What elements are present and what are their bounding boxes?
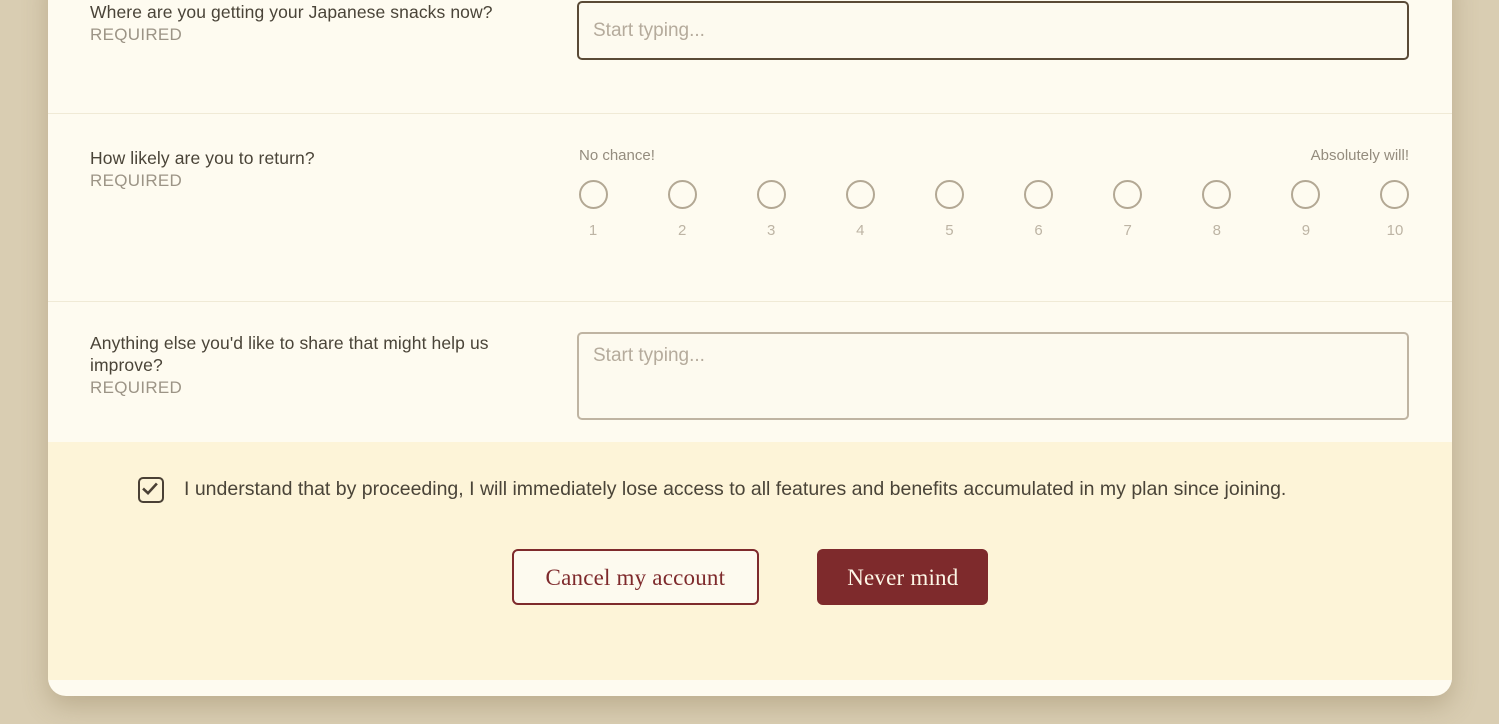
never-mind-button[interactable]: Never mind [817, 549, 989, 605]
question-field-improve [577, 332, 1410, 420]
scale-number-8: 8 [1212, 222, 1221, 239]
question-label-source: Where are you getting your Japanese snac… [90, 1, 577, 46]
question-row-improve: Anything else you'd like to share that m… [48, 301, 1452, 442]
scale-low-label: No chance! [579, 147, 655, 164]
consent-label: I understand that by proceeding, I will … [184, 478, 1287, 500]
scale-number-4: 4 [856, 222, 865, 239]
scale-radio-9[interactable] [1291, 180, 1321, 209]
scale-radio-3[interactable] [756, 180, 786, 209]
scale-option-3[interactable]: 3 [755, 180, 787, 238]
scale-radio-1[interactable] [578, 180, 608, 209]
scale-number-9: 9 [1301, 222, 1311, 239]
question-text-source: Where are you getting your Japanese snac… [90, 2, 493, 22]
page-root: Where are you getting your Japanese snac… [0, 0, 1499, 724]
scale-radio-5[interactable] [934, 180, 964, 209]
survey-form: Where are you getting your Japanese snac… [48, 0, 1452, 442]
scale-number-7: 7 [1123, 222, 1132, 239]
footer-actions: Cancel my account Never mind [90, 549, 1410, 605]
check-icon [142, 482, 158, 496]
question-text-improve: Anything else you'd like to share that m… [90, 333, 489, 375]
scale-option-6[interactable]: 6 [1023, 180, 1055, 238]
scale-option-10[interactable]: 10 [1379, 180, 1411, 238]
scale-radio-7[interactable] [1113, 180, 1143, 209]
scale-option-8[interactable]: 8 [1201, 180, 1233, 238]
scale-radio-4[interactable] [845, 180, 875, 209]
consent-block: I understand that by proceeding, I will … [90, 472, 1410, 506]
scale-option-4[interactable]: 4 [844, 180, 876, 238]
question-label-improve: Anything else you'd like to share that m… [90, 332, 577, 399]
scale-number-3: 3 [767, 222, 776, 239]
scale-radio-2[interactable] [667, 180, 697, 209]
source-input[interactable] [577, 1, 1409, 60]
scale-number-6: 6 [1034, 222, 1043, 239]
question-row-source: Where are you getting your Japanese snac… [48, 0, 1452, 113]
survey-footer: I understand that by proceeding, I will … [48, 442, 1452, 680]
improve-textarea[interactable] [577, 332, 1409, 420]
scale-number-1: 1 [588, 222, 598, 239]
scale-option-5[interactable]: 5 [933, 180, 965, 238]
scale-number-5: 5 [945, 222, 954, 239]
scale-option-2[interactable]: 2 [666, 180, 698, 238]
scale-option-1[interactable]: 1 [577, 180, 609, 238]
question-text-likelihood: How likely are you to return? [90, 148, 315, 168]
likelihood-scale: No chance! Absolutely will! 1 2 3 4 5 6 7 8 9 10 [577, 147, 1411, 238]
question-label-likelihood: How likely are you to return? REQUIRED [90, 147, 577, 192]
cancel-account-button[interactable]: Cancel my account [511, 549, 760, 605]
required-badge-source: REQUIRED [90, 25, 183, 44]
scale-high-label: Absolutely will! [1310, 147, 1409, 164]
consent-checkbox[interactable] [138, 477, 164, 503]
scale-option-7[interactable]: 7 [1112, 180, 1144, 238]
required-badge-likelihood: REQUIRED [90, 171, 183, 190]
scale-radio-6[interactable] [1024, 180, 1054, 209]
scale-options: 1 2 3 4 5 6 7 8 9 10 [577, 180, 1411, 238]
question-row-likelihood: How likely are you to return? REQUIRED N… [48, 113, 1452, 301]
question-field-likelihood: No chance! Absolutely will! 1 2 3 4 5 6 7 8 9 10 [577, 147, 1411, 238]
scale-end-labels: No chance! Absolutely will! [577, 147, 1411, 164]
scale-radio-8[interactable] [1202, 180, 1232, 209]
scale-number-2: 2 [677, 222, 687, 239]
cancellation-survey-card: Where are you getting your Japanese snac… [48, 0, 1452, 696]
required-badge-improve: REQUIRED [90, 378, 183, 397]
question-field-source [577, 1, 1410, 60]
scale-number-10: 10 [1386, 222, 1404, 239]
scale-radio-10[interactable] [1380, 180, 1410, 209]
scale-option-9[interactable]: 9 [1290, 180, 1322, 238]
